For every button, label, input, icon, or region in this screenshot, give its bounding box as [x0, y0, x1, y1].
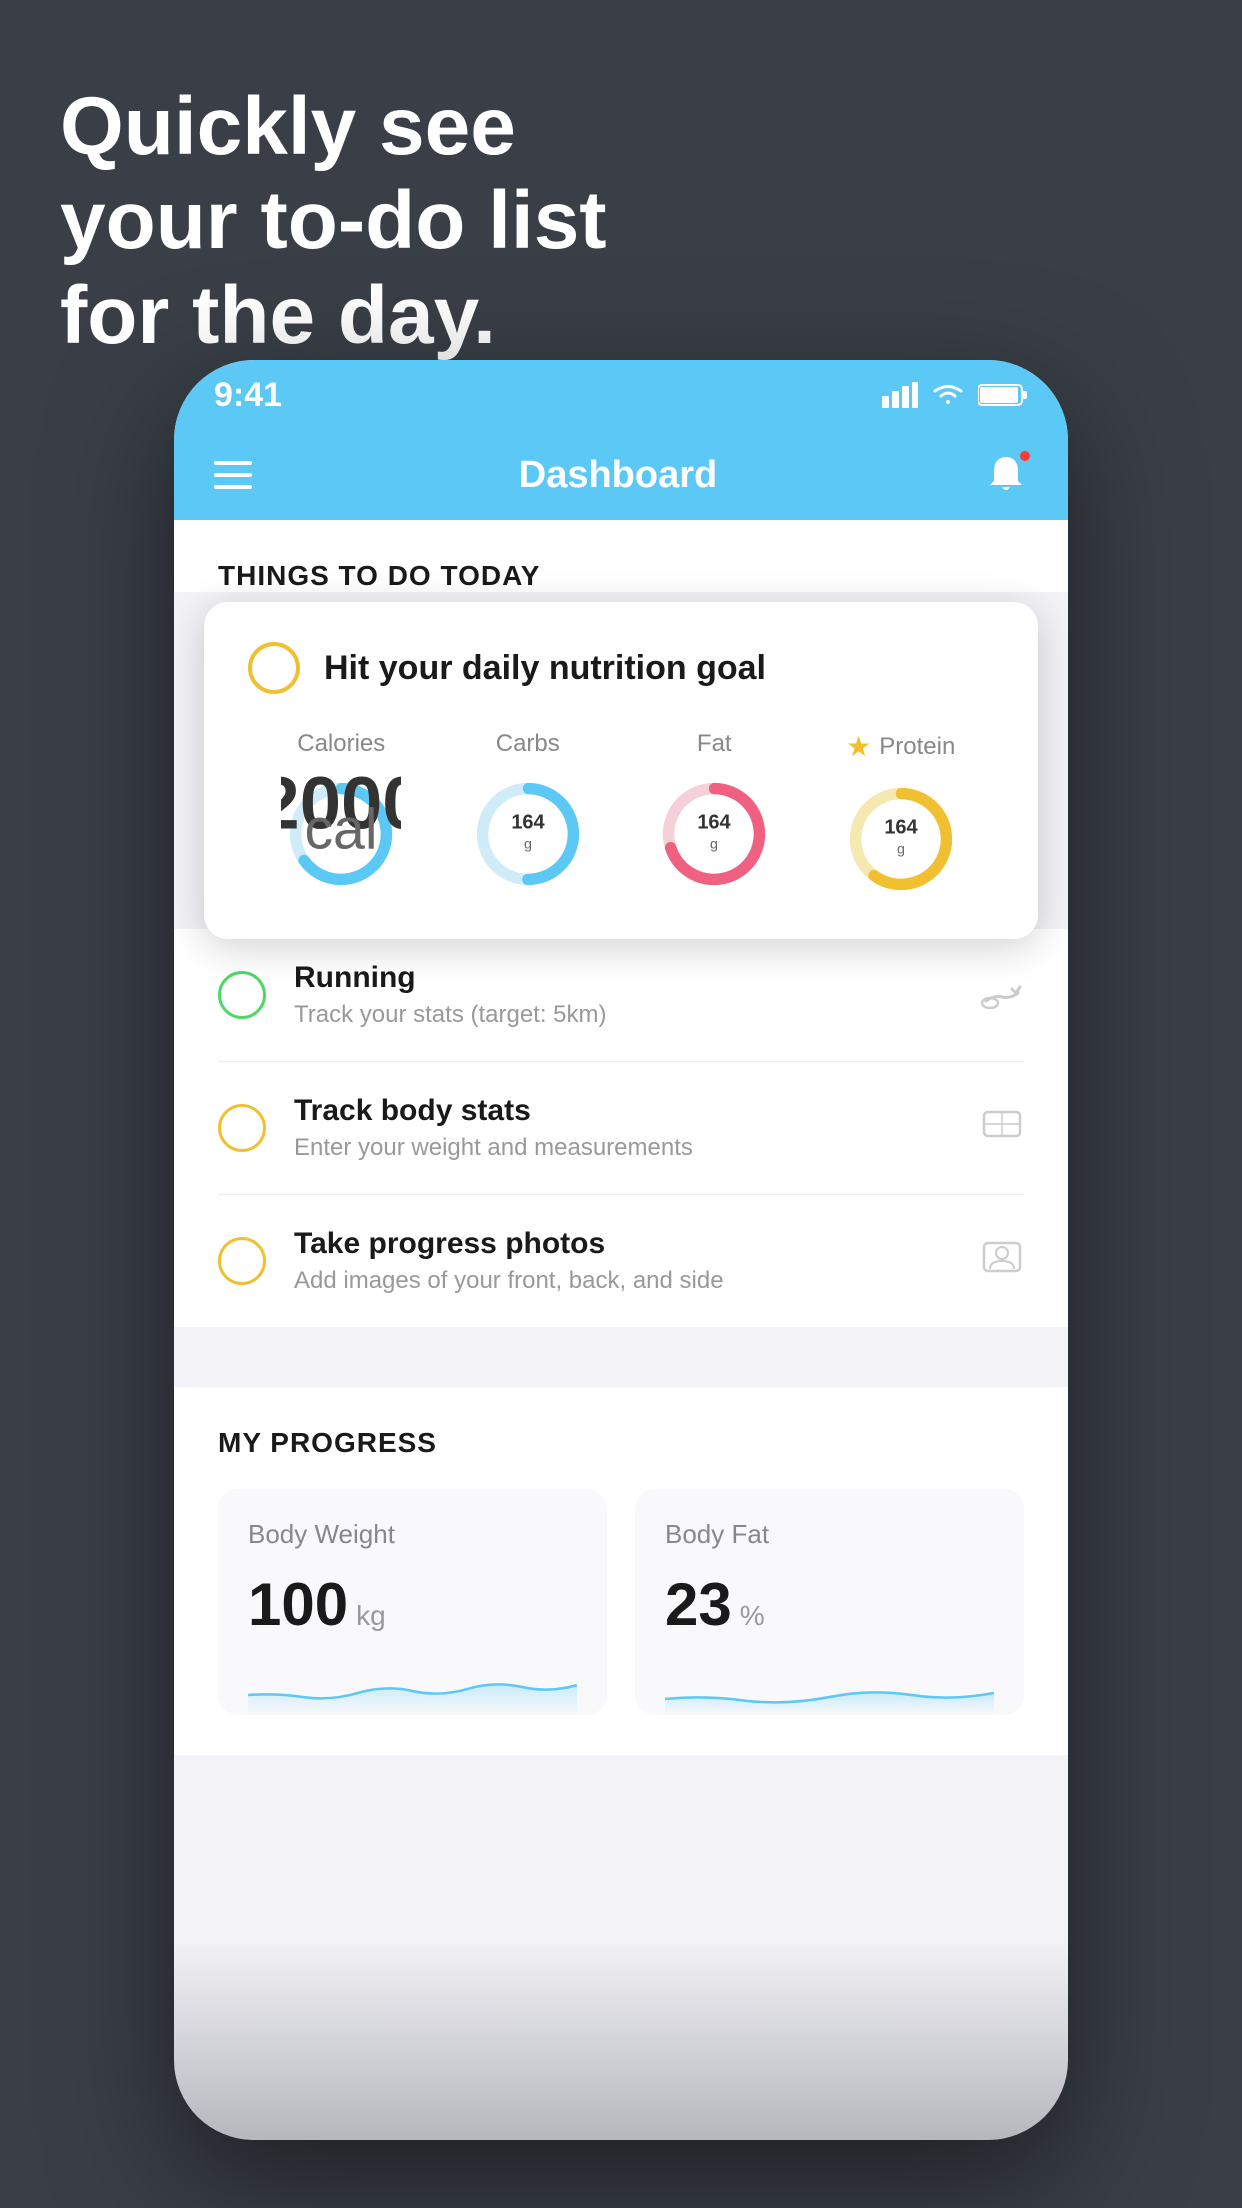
body-weight-chart [248, 1655, 577, 1715]
hero-headline: Quickly see your to-do list for the day. [60, 80, 607, 363]
carbs-item: Carbs 164 g [468, 730, 588, 894]
running-text: Running Track your stats (target: 5km) [294, 961, 952, 1029]
body-weight-value: 100 kg [248, 1570, 577, 1639]
todo-item-body-stats[interactable]: Track body stats Enter your weight and m… [218, 1062, 1024, 1195]
body-weight-card[interactable]: Body Weight 100 kg [218, 1489, 607, 1715]
status-time: 9:41 [214, 376, 282, 415]
todo-list: Running Track your stats (target: 5km) T… [174, 929, 1068, 1327]
calories-item: Calories 2000 cal [281, 730, 401, 894]
running-icon [980, 973, 1024, 1018]
carbs-donut: 164 g [468, 774, 588, 894]
progress-photos-status-circle [218, 1237, 266, 1285]
protein-item: ★ Protein 164 g [841, 730, 961, 899]
nutrition-card-title: Hit your daily nutrition goal [324, 649, 766, 688]
body-stats-text: Track body stats Enter your weight and m… [294, 1094, 952, 1162]
wifi-icon [930, 382, 966, 408]
calories-donut: 2000 cal [281, 774, 401, 894]
svg-text:g: g [897, 841, 905, 857]
todo-item-progress-photos[interactable]: Take progress photos Add images of your … [218, 1195, 1024, 1327]
notification-badge [1018, 449, 1032, 463]
protein-donut: 164 g [841, 779, 961, 899]
todo-item-running[interactable]: Running Track your stats (target: 5km) [218, 929, 1024, 1062]
calories-label: Calories [297, 730, 385, 758]
fat-donut: 164 g [654, 774, 774, 894]
svg-text:164: 164 [511, 811, 545, 833]
person-icon [980, 1239, 1024, 1284]
running-status-circle [218, 971, 266, 1019]
running-title: Running [294, 961, 952, 995]
body-stats-status-circle [218, 1104, 266, 1152]
card-header: Hit your daily nutrition goal [248, 642, 994, 694]
running-subtitle: Track your stats (target: 5km) [294, 1001, 952, 1029]
today-section-header: THINGS TO DO TODAY [174, 520, 1068, 592]
my-progress-section: MY PROGRESS Body Weight 100 kg [174, 1387, 1068, 1755]
svg-text:164: 164 [884, 816, 918, 838]
status-icons [882, 382, 1028, 408]
my-progress-title: MY PROGRESS [218, 1427, 1024, 1459]
protein-label: ★ Protein [846, 730, 955, 763]
menu-button[interactable] [214, 461, 252, 489]
nutrition-circles-container: Calories 2000 cal Carbs 164 g [248, 730, 994, 899]
notifications-button[interactable] [984, 453, 1028, 497]
progress-photos-title: Take progress photos [294, 1227, 952, 1261]
nav-title: Dashboard [519, 454, 717, 497]
body-weight-card-title: Body Weight [248, 1519, 577, 1550]
star-icon: ★ [846, 730, 871, 763]
progress-photos-subtitle: Add images of your front, back, and side [294, 1267, 952, 1295]
body-fat-value: 23 % [665, 1570, 994, 1639]
carbs-label: Carbs [496, 730, 560, 758]
nutrition-goal-card[interactable]: Hit your daily nutrition goal Calories 2… [204, 602, 1038, 939]
task-status-circle [248, 642, 300, 694]
status-bar: 9:41 [174, 360, 1068, 430]
body-stats-subtitle: Enter your weight and measurements [294, 1134, 952, 1162]
battery-icon [978, 382, 1028, 408]
body-fat-chart [665, 1655, 994, 1715]
nav-bar: Dashboard [174, 430, 1068, 520]
svg-text:g: g [710, 836, 718, 852]
fat-item: Fat 164 g [654, 730, 774, 894]
body-fat-card[interactable]: Body Fat 23 % [635, 1489, 1024, 1715]
fat-label: Fat [697, 730, 732, 758]
signal-icon [882, 382, 918, 408]
body-fat-card-title: Body Fat [665, 1519, 994, 1550]
body-stats-title: Track body stats [294, 1094, 952, 1128]
svg-text:g: g [524, 836, 532, 852]
things-to-do-title: THINGS TO DO TODAY [218, 560, 1024, 592]
progress-photos-text: Take progress photos Add images of your … [294, 1227, 952, 1295]
svg-text:164: 164 [698, 811, 732, 833]
phone-mockup: 9:41 [174, 360, 1068, 2140]
progress-cards-container: Body Weight 100 kg [218, 1489, 1024, 1715]
svg-text:cal: cal [305, 797, 378, 861]
bottom-shadow [174, 1940, 1068, 2140]
scale-icon [980, 1106, 1024, 1151]
